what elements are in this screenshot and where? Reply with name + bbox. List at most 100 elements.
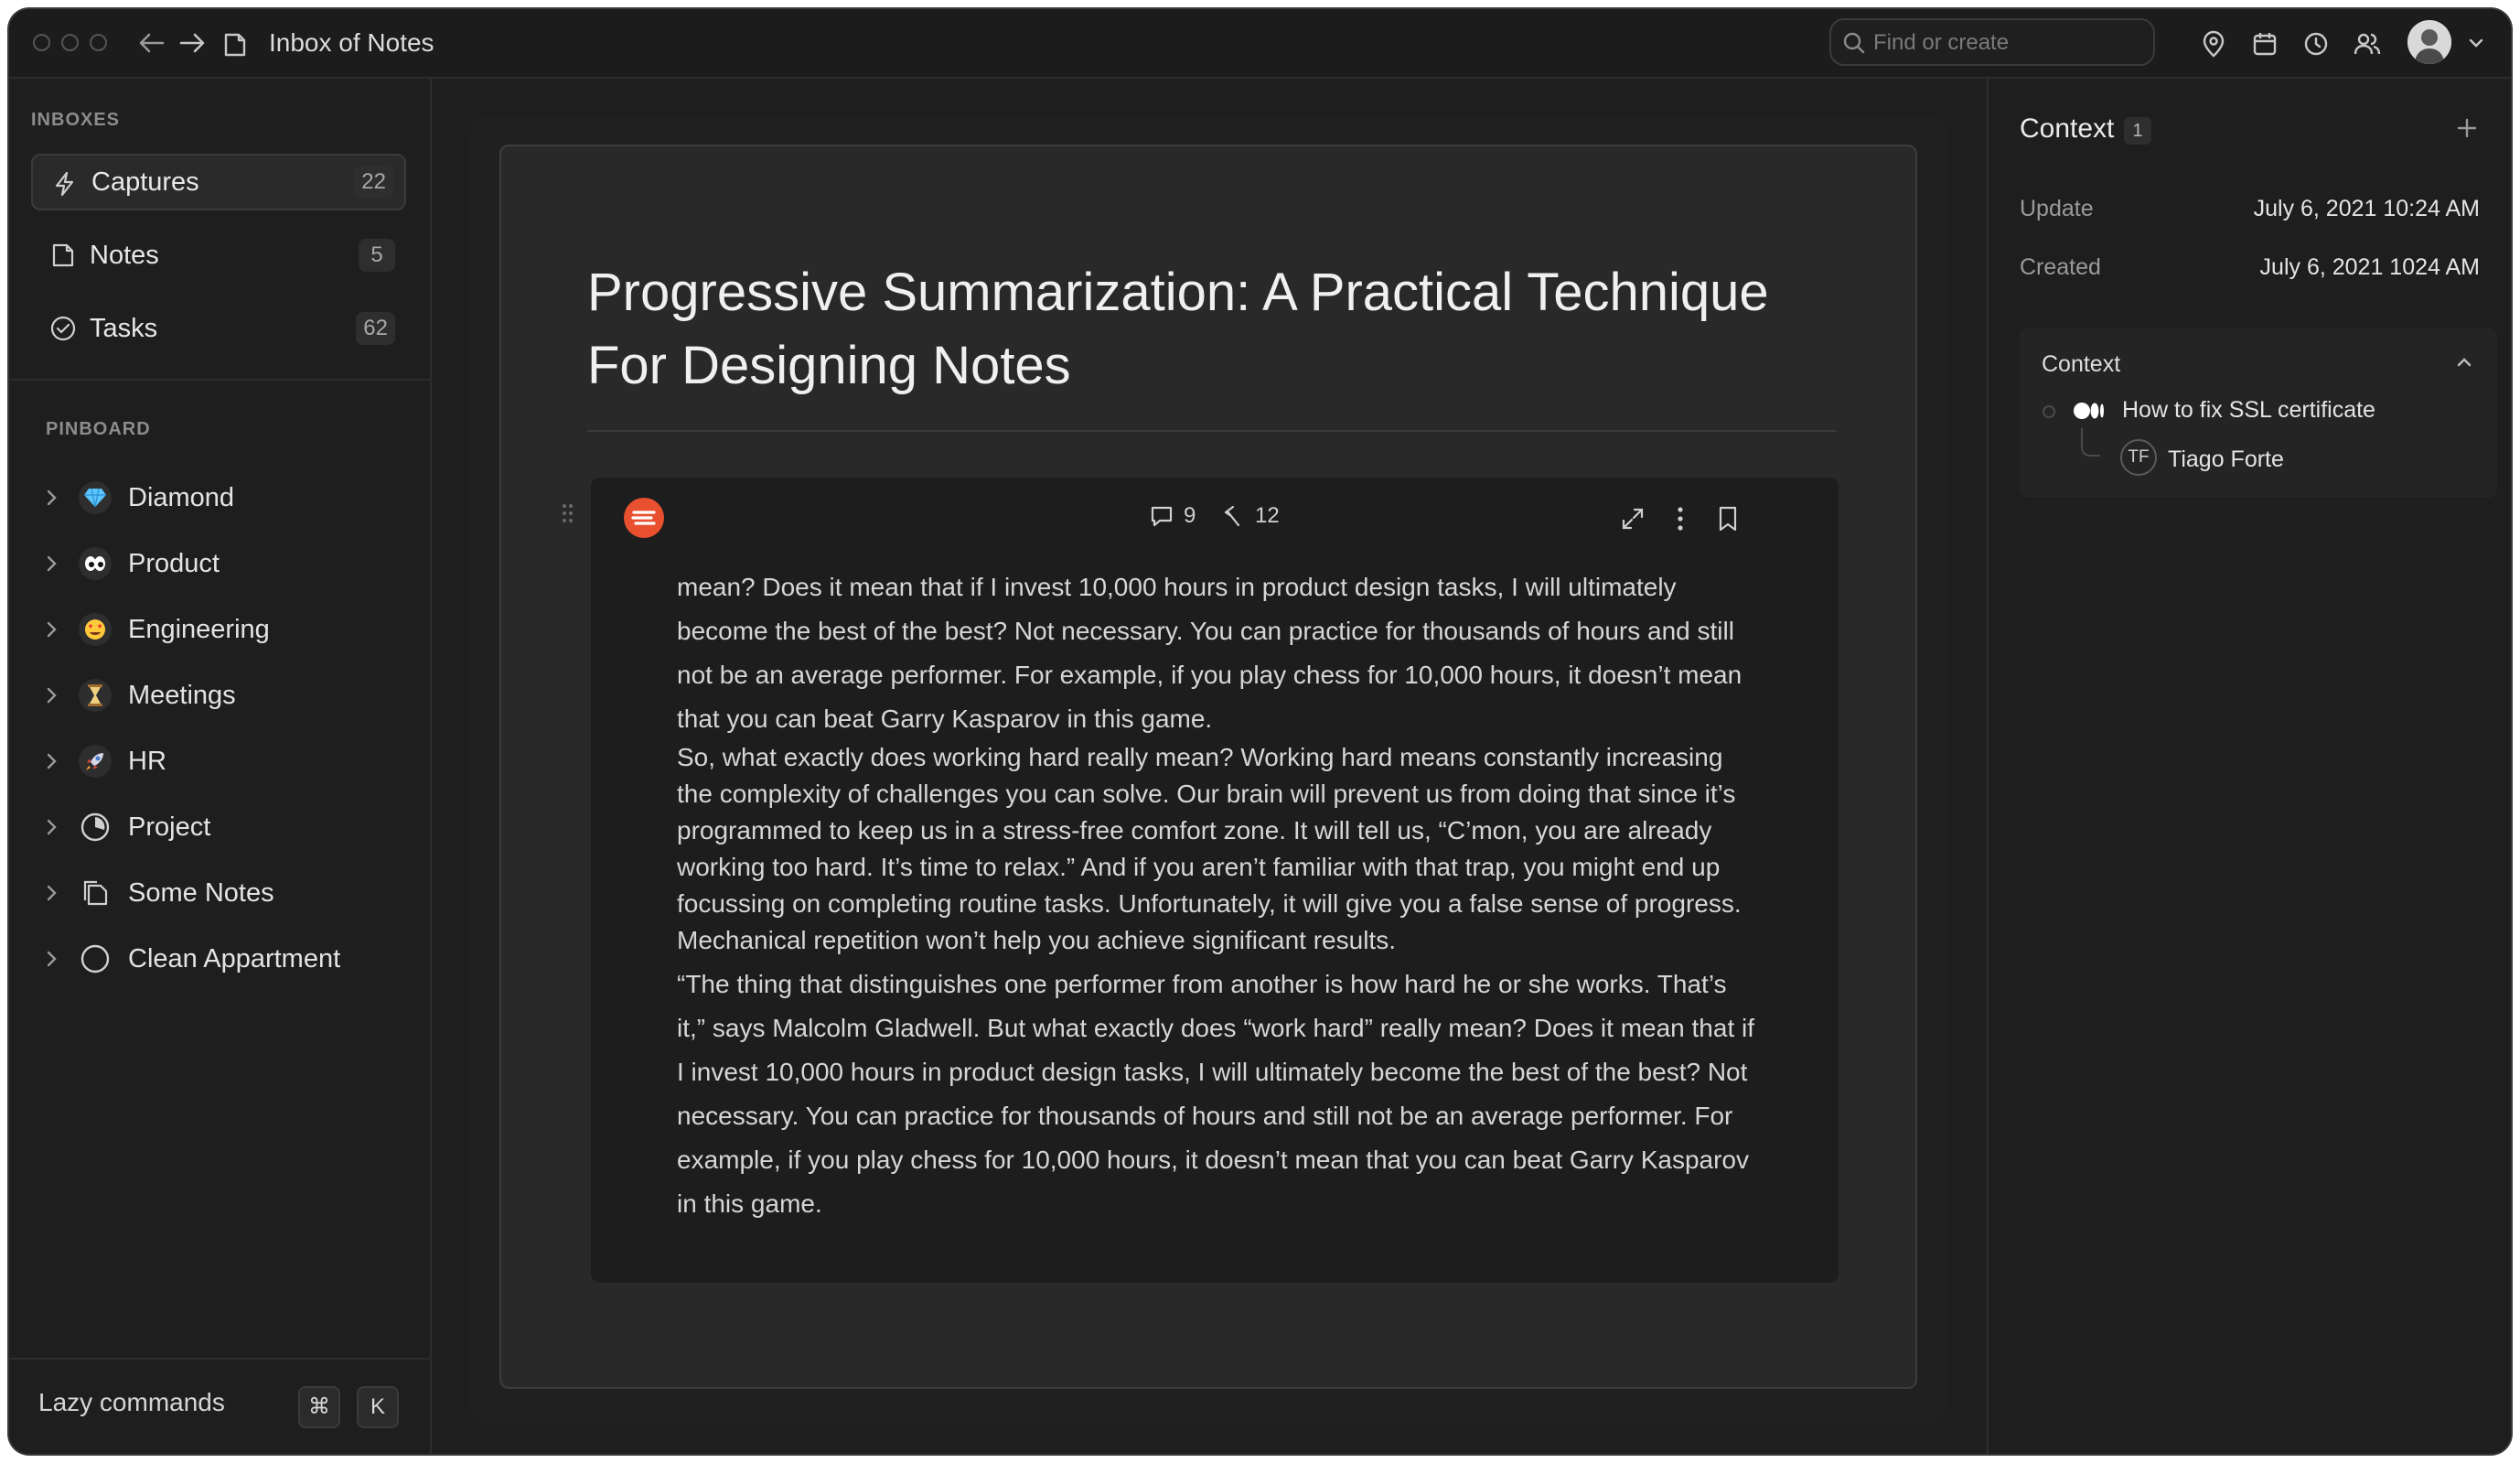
sidebar-item-label: Diamond	[128, 483, 235, 512]
breadcrumb[interactable]: Inbox of Notes	[269, 26, 434, 60]
context-item-link[interactable]: How to fix SSL certificate	[2122, 397, 2375, 424]
lightning-icon	[55, 171, 74, 197]
close-window-button[interactable]	[33, 34, 50, 51]
sidebar-item-engineering[interactable]: Engineering	[42, 602, 408, 657]
sidebar-item-meetings[interactable]: Meetings	[42, 668, 408, 723]
forward-button[interactable]	[176, 27, 209, 59]
circle-icon	[79, 942, 112, 975]
expand-button[interactable]	[1617, 503, 1648, 534]
sidebar-item-notes[interactable]: Notes 5	[31, 227, 406, 284]
search-icon	[1843, 32, 1865, 54]
context-section: Context How to fix SSL certificate TF Ti…	[2020, 328, 2497, 498]
update-label: Update	[2020, 196, 2094, 221]
author-avatar: TF	[2120, 439, 2157, 476]
calendar-button[interactable]	[2250, 29, 2279, 59]
sidebar-item-diamond[interactable]: Diamond	[42, 470, 408, 525]
sidebar-item-hr[interactable]: HR	[42, 734, 408, 789]
update-value: July 6, 2021 10:24 AM	[2253, 196, 2480, 221]
sidebar-item-some-notes[interactable]: Some Notes	[42, 866, 408, 920]
links-count[interactable]: 12	[1220, 503, 1280, 529]
note-card[interactable]: 9 12 mean? Does it mean that if I invest…	[591, 478, 1839, 1283]
sidebar-item-project[interactable]: Project	[42, 800, 408, 855]
sidebar-divider	[9, 1358, 430, 1360]
author-name[interactable]: Tiago Forte	[2168, 446, 2284, 473]
sidebar-item-label: HR	[128, 747, 166, 776]
sidebar-item-label: Meetings	[128, 681, 236, 710]
medium-logo-icon	[2074, 403, 2104, 419]
chevron-up-icon[interactable]	[2451, 350, 2477, 375]
sidebar-divider	[9, 379, 430, 381]
shortcut-key-cmd: ⌘	[298, 1386, 340, 1428]
link-arrow-icon	[1224, 505, 1240, 527]
tree-connector-icon	[2081, 428, 2100, 457]
chevron-right-icon[interactable]	[42, 882, 60, 904]
add-context-button[interactable]	[2452, 113, 2482, 143]
arrow-left-icon	[139, 33, 165, 53]
search-input[interactable]	[1871, 27, 2140, 59]
sidebar-item-captures[interactable]: Captures 22	[31, 154, 406, 210]
chevron-right-icon[interactable]	[42, 684, 60, 706]
document-title[interactable]: Progressive Summarization: A Practical T…	[587, 256, 1776, 403]
heart-eyes-icon	[79, 613, 112, 646]
minimize-window-button[interactable]	[61, 34, 79, 51]
calendar-icon	[2253, 33, 2277, 56]
comments-count[interactable]: 9	[1149, 503, 1196, 529]
created-value: July 6, 2021 1024 AM	[2259, 254, 2480, 280]
sidebar-item-label: Tasks	[90, 313, 158, 343]
user-avatar[interactable]	[2407, 20, 2451, 64]
chevron-right-icon[interactable]	[42, 553, 60, 575]
comments-value: 9	[1184, 503, 1196, 528]
shortcut-key-k: K	[357, 1386, 399, 1428]
diamond-icon	[79, 481, 112, 514]
pinboard-heading: PINBOARD	[46, 419, 151, 439]
created-label: Created	[2020, 254, 2101, 280]
comment-icon	[1151, 506, 1173, 527]
note-content[interactable]: mean? Does it mean that if I invest 10,0…	[677, 565, 1756, 1226]
maximize-window-button[interactable]	[90, 34, 107, 51]
notes-icon	[79, 877, 112, 909]
sidebar-item-label: Product	[128, 549, 220, 578]
bookmark-button[interactable]	[1712, 503, 1743, 534]
history-button[interactable]	[2301, 29, 2331, 59]
title-bar: Inbox of Notes	[9, 9, 2511, 79]
avatar-icon	[2407, 20, 2451, 64]
sidebar-item-label: Some Notes	[128, 878, 274, 908]
pin-button[interactable]	[2199, 29, 2228, 59]
title-divider	[587, 430, 1837, 432]
chevron-right-icon[interactable]	[42, 948, 60, 970]
sidebar-item-clean-appartment[interactable]: Clean Appartment	[42, 931, 408, 986]
count-badge: 62	[356, 312, 395, 345]
context-panel: Context 1 Update July 6, 2021 10:24 AM C…	[1987, 79, 2511, 1454]
rocket-icon	[79, 745, 112, 778]
chevron-right-icon[interactable]	[42, 487, 60, 509]
more-vertical-icon	[1678, 507, 1683, 531]
source-logo-icon[interactable]	[624, 498, 664, 538]
sidebar-item-tasks[interactable]: Tasks 62	[31, 300, 406, 357]
sidebar-item-label: Project	[128, 812, 211, 842]
status-dot-icon	[2043, 405, 2055, 418]
chevron-right-icon[interactable]	[42, 750, 60, 772]
sidebar-item-product[interactable]: Product	[42, 536, 408, 591]
more-button[interactable]	[1665, 503, 1696, 534]
chevron-right-icon[interactable]	[42, 816, 60, 838]
paragraph: “The thing that distinguishes one perfor…	[677, 970, 1755, 1218]
window-controls	[33, 34, 107, 51]
bookmark-icon	[1719, 506, 1737, 532]
links-value: 12	[1255, 503, 1280, 528]
lazy-commands-button[interactable]: Lazy commands	[38, 1388, 225, 1417]
context-section-title: Context	[2042, 351, 2121, 377]
people-button[interactable]	[2353, 29, 2382, 59]
search-box[interactable]	[1829, 18, 2155, 66]
chevron-down-icon[interactable]	[2468, 37, 2484, 49]
drag-handle-icon[interactable]	[562, 503, 574, 523]
count-badge: 22	[354, 166, 393, 199]
chevron-right-icon[interactable]	[42, 619, 60, 640]
paragraph: Mechanical repetition won’t help you ach…	[677, 926, 1396, 954]
inboxes-heading: INBOXES	[31, 110, 121, 130]
back-button[interactable]	[135, 27, 168, 59]
note-icon	[52, 243, 74, 267]
arrow-right-icon	[179, 33, 205, 53]
document: Progressive Summarization: A Practical T…	[499, 145, 1917, 1389]
note-icon	[224, 33, 246, 57]
editor-canvas: Progressive Summarization: A Practical T…	[470, 115, 1946, 1424]
